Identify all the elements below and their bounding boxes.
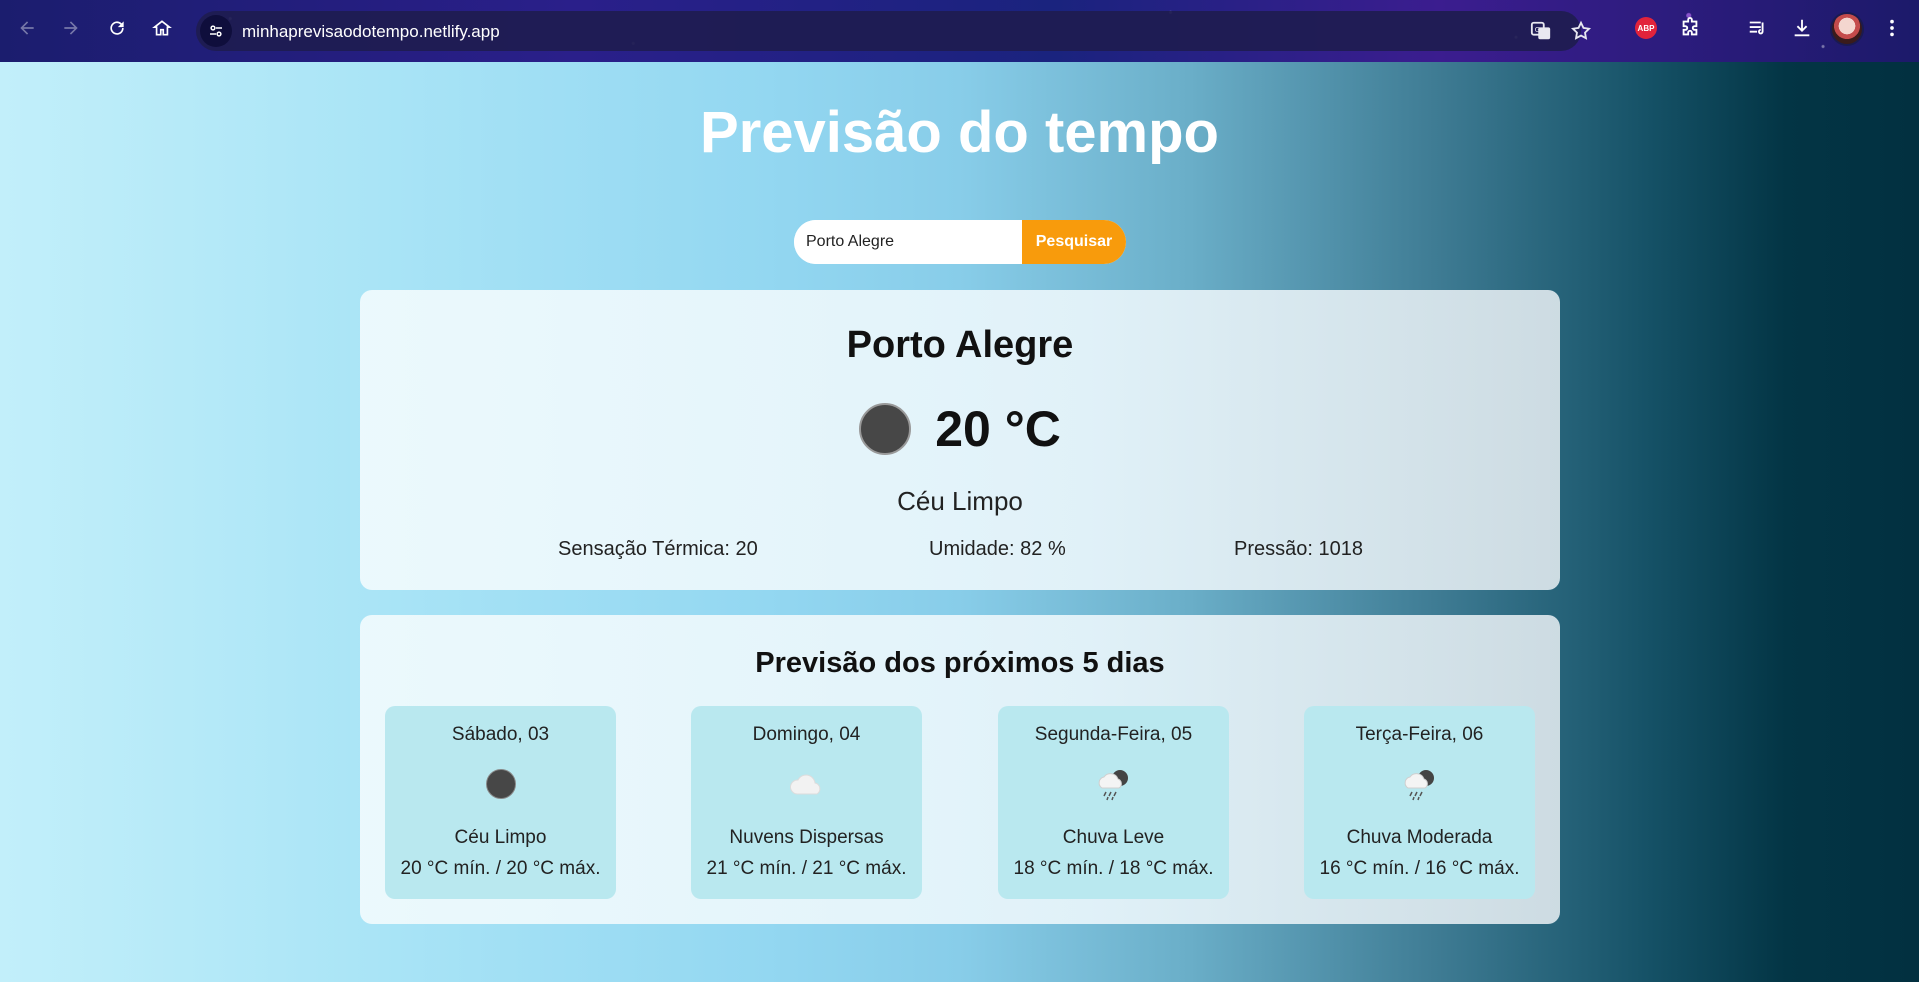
feels-like: Sensação Térmica: 20: [558, 538, 758, 560]
reload-icon: [110, 21, 124, 35]
adblock-plus-icon[interactable]: ABP: [1633, 15, 1659, 41]
forecast-description: Nuvens Dispersas: [729, 827, 884, 848]
profile-avatar[interactable]: [1830, 12, 1864, 46]
current-weather-card: Porto Alegre 20 °C Céu Limpo Sensação Té…: [360, 290, 1560, 590]
menu-dots-icon[interactable]: [1879, 15, 1905, 41]
forecast-title: Previsão dos próximos 5 dias: [755, 647, 1165, 679]
forward-button[interactable]: [56, 13, 86, 43]
forecast-date: Domingo, 04: [752, 724, 861, 745]
page-viewport: Previsão do tempo Pesquisar Porto Alegre…: [0, 62, 1919, 982]
home-button[interactable]: [147, 13, 177, 43]
weather-description: Céu Limpo: [897, 486, 1023, 516]
search-button[interactable]: Pesquisar: [1022, 220, 1126, 264]
back-button[interactable]: [12, 13, 42, 43]
reload-button[interactable]: [102, 13, 132, 43]
forecast-day: Segunda-Feira, 05 Chuva Leve 18 °C mín. …: [998, 706, 1229, 899]
site-info-button[interactable]: [200, 15, 232, 47]
download-icon[interactable]: [1789, 15, 1815, 41]
forecast-description: Chuva Leve: [1062, 827, 1165, 848]
scattered-clouds-icon: [787, 764, 827, 804]
abp-label: ABP: [1635, 17, 1657, 39]
pressure: Pressão: 1018: [1234, 538, 1363, 560]
translate-icon[interactable]: G: [1529, 19, 1553, 43]
forecast-date: Sábado, 03: [451, 724, 550, 745]
humidity: Umidade: 82 %: [929, 538, 1066, 560]
forecast-description: Céu Limpo: [454, 827, 547, 848]
arrow-left-icon: [20, 21, 34, 35]
tune-icon: [210, 25, 222, 37]
forecast-temps: 16 °C mín. / 16 °C máx.: [1319, 858, 1520, 879]
city-name: Porto Alegre: [846, 324, 1074, 366]
svg-text:G: G: [1535, 25, 1541, 34]
arrow-right-icon: [64, 21, 78, 35]
bookmark-star-icon[interactable]: [1569, 19, 1593, 43]
forecast-day: Domingo, 04 Nuvens Dispersas 21 °C mín. …: [691, 706, 922, 899]
forecast-temps: 20 °C mín. / 20 °C máx.: [400, 858, 601, 879]
address-bar[interactable]: minhaprevisaodotempo.netlify.app G: [196, 11, 1592, 51]
rain-night-icon: [1094, 764, 1134, 804]
temperature-row: 20 °C: [360, 400, 1560, 458]
forecast-description: Chuva Moderada: [1346, 827, 1493, 848]
current-temperature: 20 °C: [935, 401, 1061, 457]
browser-toolbar: minhaprevisaodotempo.netlify.app G ABP: [0, 0, 1919, 62]
rain-night-icon: [1400, 764, 1440, 804]
clear-sky-icon: [859, 403, 912, 455]
extensions-puzzle-icon[interactable]: [1677, 15, 1703, 41]
search-bar: Pesquisar: [794, 220, 1126, 264]
forecast-temps: 21 °C mín. / 21 °C máx.: [706, 858, 907, 879]
forecast-temps: 18 °C mín. / 18 °C máx.: [1013, 858, 1214, 879]
clear-sky-icon: [481, 764, 521, 804]
forecast-card: Previsão dos próximos 5 dias Sábado, 03 …: [360, 615, 1560, 924]
forecast-date: Terça-Feira, 06: [1355, 724, 1484, 745]
url-text[interactable]: minhaprevisaodotempo.netlify.app: [242, 22, 500, 42]
forecast-day: Terça-Feira, 06 Chuva Moderada 16 °C mín…: [1304, 706, 1535, 899]
forecast-day: Sábado, 03 Céu Limpo 20 °C mín. / 20 °C …: [385, 706, 616, 899]
page-title: Previsão do tempo: [700, 100, 1219, 165]
city-search-input[interactable]: [794, 220, 1022, 264]
forecast-date: Segunda-Feira, 05: [1034, 724, 1193, 745]
media-queue-icon[interactable]: [1745, 15, 1771, 41]
home-icon: [152, 20, 172, 36]
